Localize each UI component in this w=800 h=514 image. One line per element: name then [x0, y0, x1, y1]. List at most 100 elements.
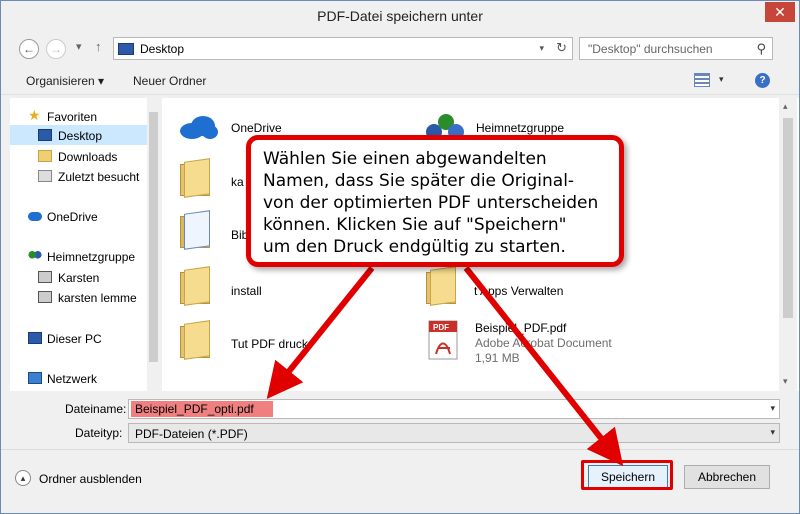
sidebar-item-karsten[interactable]: Karsten — [10, 267, 147, 287]
filename-value: Beispiel_PDF_opti.pdf — [135, 402, 254, 416]
list-item[interactable]: PDF Beispiel_PDF.pdf Adobe Acrobat Docum… — [424, 320, 664, 370]
help-icon[interactable]: ? — [755, 73, 770, 88]
file-name: Beispiel_PDF.pdf — [475, 321, 567, 335]
sidebar-item-label: Netzwerk — [47, 372, 98, 386]
callout-line: können. Klicken Sie auf "Speichern" — [263, 215, 567, 235]
list-item[interactable]: t Apps Verwalten — [424, 266, 644, 310]
scroll-down-icon[interactable]: ▾ — [783, 376, 788, 387]
user-icon — [38, 271, 52, 283]
save-button-highlight — [581, 460, 673, 490]
window-title: PDF-Datei speichern unter — [317, 8, 483, 24]
sidebar-item-heimnetzgruppe[interactable]: Heimnetzgruppe — [10, 246, 147, 266]
downloads-icon — [38, 150, 52, 162]
homegroup-icon — [28, 250, 42, 262]
file-type: Adobe Acrobat Document — [475, 336, 612, 350]
chevron-down-icon[interactable]: ▾ — [719, 74, 724, 85]
address-text: Desktop — [140, 42, 185, 56]
list-item[interactable]: install — [178, 266, 378, 310]
toolbar: Organisieren ▾ Neuer Ordner ▾ ? — [1, 65, 799, 95]
desktop-icon — [38, 129, 52, 141]
title-bar: PDF-Datei speichern unter ✕ — [1, 1, 799, 31]
file-size: 1,91 MB — [475, 351, 520, 365]
filename-label: Dateiname: — [65, 402, 127, 416]
chevron-down-icon[interactable]: ▾ — [539, 43, 544, 54]
view-options-icon[interactable] — [694, 73, 710, 87]
pc-icon — [28, 332, 42, 344]
sidebar-item-label: Heimnetzgruppe — [47, 250, 136, 264]
file-name: Heimnetzgruppe — [476, 121, 565, 135]
forward-button[interactable]: → — [46, 39, 66, 59]
button-bar: ▴ Ordner ausblenden Speichern Abbrechen — [1, 449, 799, 513]
file-name: Tut PDF druck — [231, 337, 308, 351]
file-name: OneDrive — [231, 121, 282, 135]
callout-line: um den Druck endgültig zu starten. — [263, 237, 566, 257]
callout-line: von der optimierten PDF unterscheiden — [263, 193, 599, 213]
pdf-icon: PDF — [428, 320, 458, 360]
recent-icon — [38, 170, 52, 182]
sidebar-item-label: Zuletzt besucht — [58, 170, 140, 184]
hide-folders-label: Ordner ausblenden — [39, 472, 142, 486]
file-name: ka — [231, 175, 244, 189]
filetype-select[interactable]: PDF-Dateien (*.PDF) ▾ — [128, 423, 780, 443]
search-icon[interactable]: ⚲ — [756, 41, 766, 57]
sidebar-item-label: Desktop — [58, 129, 103, 143]
sidebar-item-label: Karsten — [58, 271, 100, 285]
content-scrollbar[interactable]: ▴ ▾ — [779, 98, 797, 391]
close-button[interactable]: ✕ — [765, 2, 795, 22]
svg-text:PDF: PDF — [433, 323, 449, 332]
address-bar[interactable]: Desktop ▾ ↻ — [113, 37, 573, 60]
instruction-callout: Wählen Sie einen abgewandelten Namen, da… — [246, 135, 624, 267]
file-name: t Apps Verwalten — [474, 284, 564, 298]
up-button[interactable]: ↑ — [95, 39, 102, 54]
sidebar-item-dieser-pc[interactable]: Dieser PC — [10, 328, 147, 348]
save-form: Dateiname: Beispiel_PDF_opti.pdf ▾ Datei… — [1, 393, 799, 443]
callout-line: Wählen Sie einen abgewandelten — [263, 149, 547, 169]
filename-input[interactable]: Beispiel_PDF_opti.pdf ▾ — [128, 399, 780, 419]
user-folder-icon — [178, 158, 214, 198]
sidebar-item-favoriten[interactable]: ★ Favoriten — [10, 106, 147, 126]
cancel-button[interactable]: Abbrechen — [684, 465, 770, 489]
organize-button[interactable]: Organisieren ▾ — [26, 74, 104, 88]
refresh-icon[interactable]: ↻ — [556, 40, 567, 56]
library-icon — [178, 210, 214, 250]
search-input[interactable]: "Desktop" durchsuchen ⚲ — [579, 37, 773, 60]
onedrive-icon — [180, 116, 218, 139]
new-folder-button[interactable]: Neuer Ordner — [133, 74, 206, 88]
navigation-pane: ★ Favoriten Desktop Downloads Zuletzt be… — [10, 98, 160, 391]
chevron-up-icon: ▴ — [15, 470, 31, 486]
filetype-label: Dateityp: — [75, 426, 123, 440]
search-placeholder: "Desktop" durchsuchen — [588, 42, 713, 56]
sidebar-item-onedrive[interactable]: OneDrive — [10, 206, 147, 226]
scroll-up-icon[interactable]: ▴ — [783, 101, 788, 112]
sidebar-item-karsten-lemme[interactable]: karsten lemme — [10, 287, 147, 307]
history-dropdown-icon[interactable]: ▾ — [76, 40, 82, 53]
sidebar-scrollbar[interactable] — [147, 98, 160, 391]
sidebar-item-desktop[interactable]: Desktop — [10, 125, 147, 145]
chevron-down-icon[interactable]: ▾ — [770, 403, 775, 414]
back-button[interactable]: ← — [19, 39, 39, 59]
folder-icon — [178, 320, 214, 360]
sidebar-item-label: Favoriten — [47, 110, 98, 124]
sidebar-item-label: Downloads — [58, 150, 118, 164]
user-icon — [38, 291, 52, 303]
desktop-icon — [118, 43, 134, 55]
list-item[interactable]: Tut PDF druck — [178, 320, 378, 364]
sidebar-item-zuletzt-besucht[interactable]: Zuletzt besucht — [10, 166, 150, 186]
folder-icon — [424, 266, 460, 306]
callout-line: Namen, dass Sie später die Original- — [263, 171, 575, 191]
navigation-bar: ← → ▾ ↑ Desktop ▾ ↻ "Desktop" durchsuche… — [1, 31, 799, 65]
sidebar-item-label: OneDrive — [47, 210, 98, 224]
sidebar-item-netzwerk[interactable]: Netzwerk — [10, 368, 147, 388]
sidebar-item-label: karsten lemme — [58, 291, 137, 305]
chevron-down-icon[interactable]: ▾ — [770, 427, 775, 438]
star-icon: ★ — [28, 107, 41, 123]
sidebar-scrollbar-thumb[interactable] — [149, 112, 158, 362]
sidebar-item-label: Dieser PC — [47, 332, 102, 346]
filetype-value: PDF-Dateien (*.PDF) — [135, 427, 248, 441]
sidebar-item-downloads[interactable]: Downloads — [10, 146, 147, 166]
network-icon — [28, 372, 42, 384]
onedrive-icon — [28, 212, 42, 221]
folder-icon — [178, 266, 214, 306]
file-name: install — [231, 284, 262, 298]
content-scrollbar-thumb[interactable] — [783, 118, 793, 318]
